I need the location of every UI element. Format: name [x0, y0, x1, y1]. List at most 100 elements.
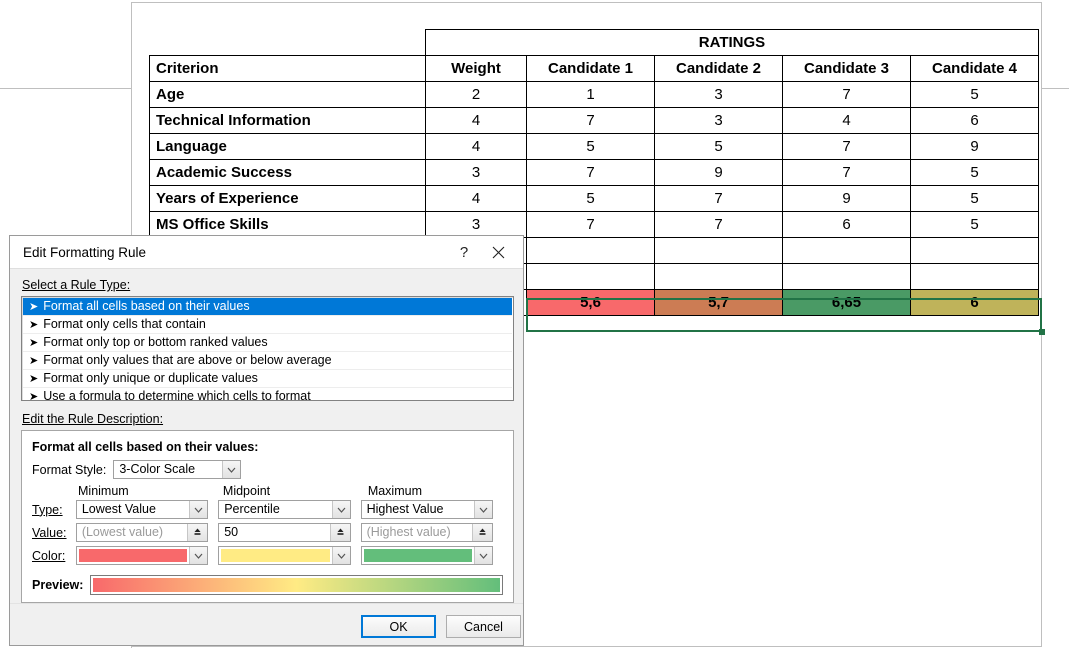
close-icon[interactable] [481, 237, 515, 268]
format-style-dropdown[interactable]: 3-Color Scale [113, 460, 242, 479]
result-cell-candidate-4[interactable]: 6 [910, 289, 1039, 316]
rule-type-option-above-below-average[interactable]: ➤ Format only values that are above or be… [23, 352, 512, 370]
collapse-dialog-icon[interactable] [471, 524, 492, 541]
cell-criterion[interactable]: MS Office Skills [149, 211, 426, 238]
value-input-midpoint[interactable]: 50 [218, 523, 351, 542]
question-mark-icon[interactable]: ? [447, 237, 481, 268]
cell-candidate-3[interactable]: 9 [782, 185, 911, 212]
cell-candidate-4[interactable]: 6 [910, 107, 1039, 134]
cell-criterion[interactable]: Years of Experience [149, 185, 426, 212]
cell-candidate-2[interactable]: 7 [654, 185, 783, 212]
cell-candidate-1[interactable]: 5 [526, 185, 655, 212]
value-input-maximum[interactable]: (Highest value) [360, 523, 493, 542]
cell-criterion[interactable]: Language [149, 133, 426, 160]
color-label-text: Color: [32, 548, 66, 563]
cell-candidate-1[interactable]: 7 [526, 107, 655, 134]
chevron-down-icon[interactable] [189, 501, 208, 518]
value-cell-minimum: (Lowest value) [75, 523, 209, 542]
type-row-label: Type: [32, 503, 76, 517]
ok-button[interactable]: OK [361, 615, 436, 638]
result-cell-candidate-2[interactable]: 5,7 [654, 289, 783, 316]
cell-criterion[interactable]: Age [149, 81, 426, 108]
table-row[interactable]: Academic Success 3 7 9 7 5 [149, 159, 1039, 186]
cell-candidate-3[interactable]: 7 [782, 159, 911, 186]
cell-candidate-1[interactable]: 7 [526, 211, 655, 238]
empty-cell[interactable] [910, 237, 1039, 264]
cell-candidate-2[interactable]: 5 [654, 133, 783, 160]
chevron-down-icon[interactable] [331, 501, 350, 518]
cell-candidate-3[interactable]: 7 [782, 133, 911, 160]
column-head-midpoint: Midpoint [222, 484, 271, 498]
selection-fill-handle[interactable] [1039, 329, 1045, 335]
cell-candidate-1[interactable]: 7 [526, 159, 655, 186]
table-row[interactable]: MS Office Skills 3 7 7 6 5 [149, 211, 1039, 238]
cell-candidate-2[interactable]: 3 [654, 81, 783, 108]
cell-candidate-3[interactable]: 4 [782, 107, 911, 134]
type-value-midpoint: Percentile [224, 502, 280, 516]
chevron-down-icon[interactable] [222, 461, 241, 478]
collapse-dialog-icon[interactable] [329, 524, 350, 541]
value-cell-maximum: (Highest value) [360, 523, 493, 542]
cell-candidate-1[interactable]: 1 [526, 81, 655, 108]
arrow-icon: ➤ [29, 319, 39, 331]
cell-criterion[interactable]: Technical Information [149, 107, 426, 134]
empty-cell[interactable] [910, 263, 1039, 290]
cell-candidate-3[interactable]: 7 [782, 81, 911, 108]
empty-cell[interactable] [782, 237, 911, 264]
table-row[interactable]: Years of Experience 4 5 7 9 5 [149, 185, 1039, 212]
rule-type-option-top-bottom-ranked[interactable]: ➤ Format only top or bottom ranked values [23, 334, 512, 352]
chevron-down-icon[interactable] [331, 547, 350, 564]
empty-cell[interactable] [654, 263, 783, 290]
cell-candidate-3[interactable]: 6 [782, 211, 911, 238]
cell-candidate-2[interactable]: 3 [654, 107, 783, 134]
type-dropdown-midpoint[interactable]: Percentile [218, 500, 351, 519]
cell-weight[interactable]: 4 [425, 133, 527, 160]
empty-cell[interactable] [782, 263, 911, 290]
preview-box [89, 575, 503, 595]
chevron-down-icon[interactable] [189, 547, 208, 564]
cancel-button[interactable]: Cancel [446, 615, 521, 638]
cell-weight[interactable]: 4 [425, 107, 527, 134]
color-picker-maximum[interactable] [360, 546, 493, 565]
empty-cell[interactable] [526, 263, 655, 290]
scale-column-headers: Minimum Midpoint Maximum [78, 484, 503, 498]
value-input-minimum[interactable]: (Lowest value) [75, 523, 209, 542]
header-candidate-4: Candidate 4 [910, 55, 1039, 82]
rule-type-listbox[interactable]: ➤ Format all cells based on their values … [21, 296, 514, 403]
collapse-dialog-icon[interactable] [187, 524, 208, 541]
cell-weight[interactable]: 2 [425, 81, 527, 108]
cell-candidate-4[interactable]: 9 [910, 133, 1039, 160]
result-cell-candidate-3[interactable]: 6,65 [782, 289, 911, 316]
cell-candidate-2[interactable]: 9 [654, 159, 783, 186]
rule-type-option-format-all-cells[interactable]: ➤ Format all cells based on their values [23, 298, 512, 316]
cell-candidate-4[interactable]: 5 [910, 185, 1039, 212]
rule-type-option-cells-that-contain[interactable]: ➤ Format only cells that contain [23, 316, 512, 334]
cell-candidate-1[interactable]: 5 [526, 133, 655, 160]
cell-criterion[interactable]: Academic Success [149, 159, 426, 186]
cell-candidate-4[interactable]: 5 [910, 159, 1039, 186]
edit-formatting-rule-dialog: Edit Formatting Rule ? Select a Rule Typ… [9, 235, 524, 646]
cell-weight[interactable]: 3 [425, 211, 527, 238]
table-row[interactable]: Language 4 5 5 7 9 [149, 133, 1039, 160]
empty-cell[interactable] [654, 237, 783, 264]
type-dropdown-minimum[interactable]: Lowest Value [75, 500, 209, 519]
cell-weight[interactable]: 3 [425, 159, 527, 186]
empty-cell[interactable] [526, 237, 655, 264]
cell-candidate-4[interactable]: 5 [910, 211, 1039, 238]
color-picker-minimum[interactable] [75, 546, 209, 565]
table-row[interactable]: Technical Information 4 7 3 4 6 [149, 107, 1039, 134]
chevron-down-icon[interactable] [473, 501, 492, 518]
rule-description-label-text: Edit the Rule Description: [22, 412, 164, 426]
header-candidate-3: Candidate 3 [782, 55, 911, 82]
rule-type-option-use-formula[interactable]: ➤ Use a formula to determine which cells … [23, 388, 512, 405]
color-picker-midpoint[interactable] [218, 546, 351, 565]
color-cell-minimum [75, 546, 209, 565]
rule-type-option-unique-duplicate[interactable]: ➤ Format only unique or duplicate values [23, 370, 512, 388]
cell-candidate-2[interactable]: 7 [654, 211, 783, 238]
cell-candidate-4[interactable]: 5 [910, 81, 1039, 108]
chevron-down-icon[interactable] [473, 547, 492, 564]
type-dropdown-maximum[interactable]: Highest Value [360, 500, 493, 519]
table-row[interactable]: Age 2 1 3 7 5 [149, 81, 1039, 108]
result-cell-candidate-1[interactable]: 5,6 [526, 289, 655, 316]
cell-weight[interactable]: 4 [425, 185, 527, 212]
